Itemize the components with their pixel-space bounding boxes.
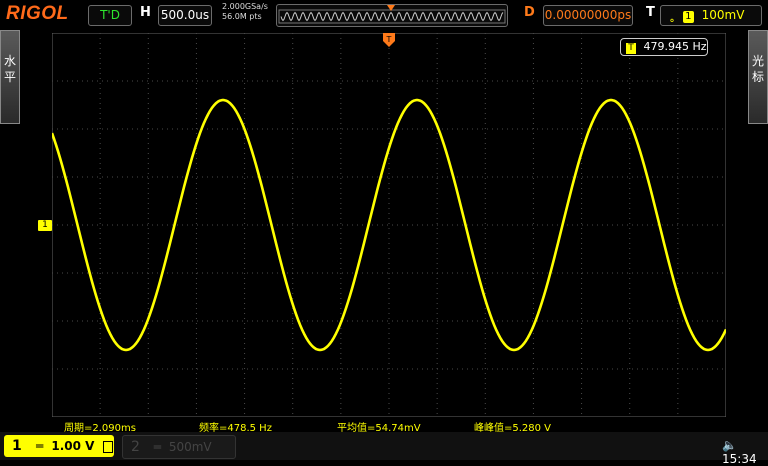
dc-coupling-icon: ═	[153, 440, 161, 454]
tab-char: 标	[751, 70, 764, 84]
counter-source-icon: T	[626, 43, 636, 54]
speaker-icon[interactable]: 🔈	[722, 438, 737, 452]
tab-char: 光	[751, 54, 764, 68]
tab-char: 水	[3, 54, 16, 68]
horizontal-menu-tab[interactable]: 水 平	[0, 30, 20, 124]
clock-time: 15:34	[722, 452, 757, 466]
frequency-counter-value: 479.945 Hz	[643, 40, 707, 53]
cursor-menu-tab[interactable]: 光 标	[748, 30, 768, 124]
bandwidth-limit-icon	[102, 440, 113, 453]
waveform-display[interactable]	[52, 33, 726, 417]
ch1-scale-button[interactable]: 1 ═ 1.00 V	[4, 435, 114, 457]
trigger-settings[interactable]: ˳ 1 100mV	[660, 5, 762, 26]
bottom-channel-bar	[0, 432, 768, 460]
timebase-value[interactable]: 500.0us	[158, 5, 212, 26]
system-clock: 🔈 15:34	[722, 438, 768, 466]
horizontal-label: H	[140, 5, 151, 20]
tab-char: 平	[3, 70, 16, 84]
ch2-scale-button[interactable]: 2 ═ 500mV	[122, 435, 236, 459]
waveform-overview[interactable]	[276, 4, 508, 27]
svg-text:T: T	[386, 35, 392, 44]
run-status-indicator[interactable]: T'D	[88, 5, 132, 26]
dc-coupling-icon: ═	[35, 439, 44, 453]
overview-wave-icon	[278, 5, 506, 24]
ch1-scale: 1.00 V	[51, 439, 95, 453]
trigger-label: T	[646, 5, 655, 20]
trigger-position-marker-icon[interactable]: T	[383, 33, 395, 51]
brand-logo: RIGOL	[6, 3, 69, 24]
ch2-scale: 500mV	[168, 440, 212, 454]
ch2-number: 2	[131, 439, 140, 455]
trigger-channel-badge: 1	[682, 11, 694, 23]
delay-value[interactable]: 0.00000000ps	[543, 5, 633, 26]
ch1-number: 1	[12, 438, 22, 454]
rising-edge-icon: ˳	[669, 8, 675, 22]
trigger-level: 100mV	[701, 8, 745, 22]
delay-label: D	[524, 5, 535, 20]
ch1-offset-marker[interactable]: 1	[38, 220, 52, 231]
acquisition-info: 2.000GSa/s 56.0M pts	[222, 2, 268, 22]
sample-rate: 2.000GSa/s	[222, 2, 268, 11]
frequency-counter: T 479.945 Hz	[620, 38, 708, 56]
memory-depth: 56.0M pts	[222, 12, 262, 21]
top-status-bar: RIGOL T'D H 500.0us 2.000GSa/s 56.0M pts…	[0, 0, 768, 30]
